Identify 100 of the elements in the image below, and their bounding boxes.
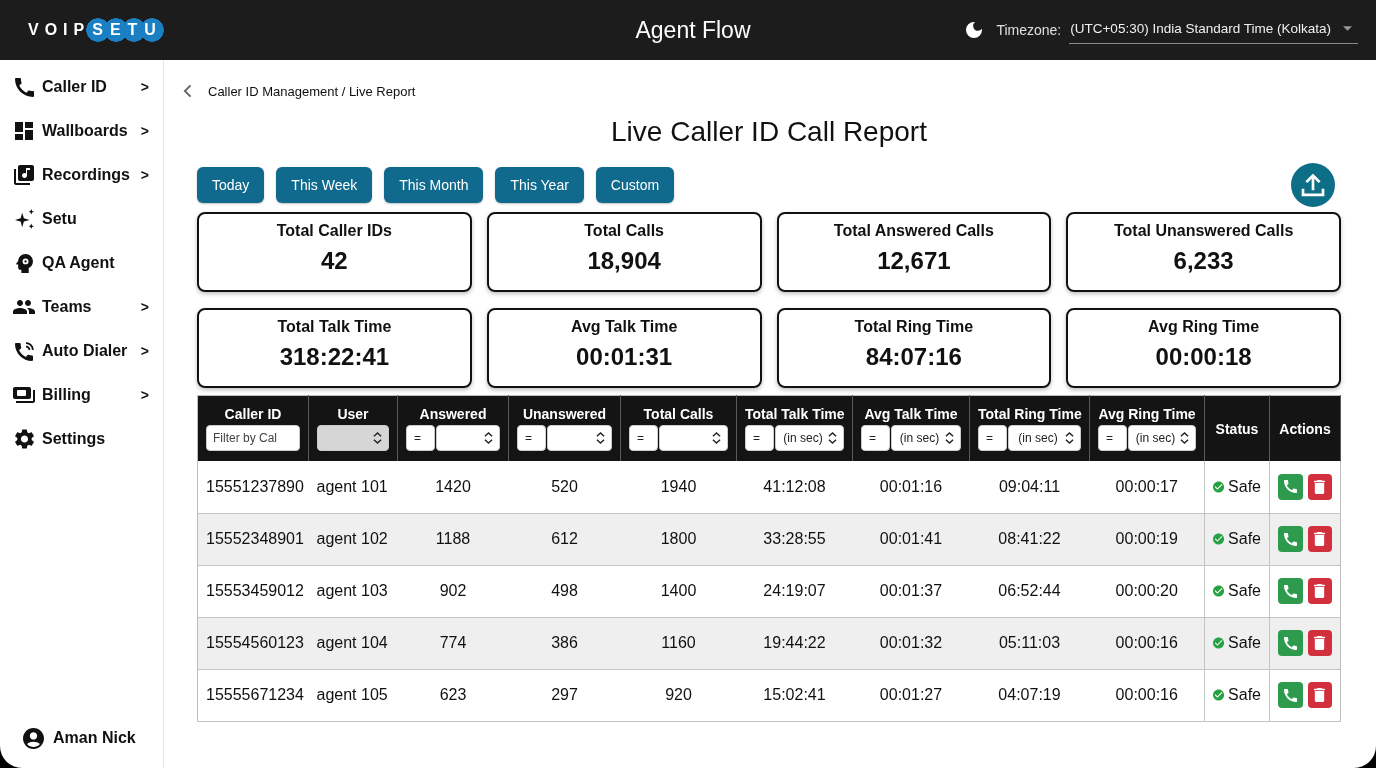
phone-icon <box>1283 688 1297 702</box>
table-cell: 00:00:20 <box>1089 565 1205 617</box>
sidebar-item[interactable]: Recordings > <box>0 153 163 197</box>
delete-button[interactable] <box>1307 630 1332 656</box>
timezone-select[interactable]: (UTC+05:30) India Standard Time (Kolkata) <box>1069 16 1358 44</box>
sidebar-item[interactable]: Wallboards > <box>0 109 163 153</box>
table-cell: 297 <box>508 669 621 721</box>
up-down-caret-icon <box>373 432 382 444</box>
call-button[interactable] <box>1278 526 1303 552</box>
stat-label: Total Ring Time <box>854 317 974 337</box>
sidebar-item[interactable]: Teams > <box>0 285 163 329</box>
expand-arrow: > <box>140 387 149 403</box>
date-range-button[interactable]: This Year <box>495 167 584 203</box>
operator-select[interactable]: = <box>629 425 658 451</box>
operator-select[interactable]: = <box>406 425 435 451</box>
operator-select[interactable]: = <box>861 425 890 451</box>
phone-icon <box>14 77 34 97</box>
operator-select[interactable]: = <box>745 425 774 451</box>
delete-button[interactable] <box>1307 526 1332 552</box>
value-select[interactable]: (in sec) <box>1008 425 1081 451</box>
call-button[interactable] <box>1278 473 1303 500</box>
column-header: User <box>336 405 370 423</box>
operator-select[interactable]: = <box>978 425 1007 451</box>
export-button[interactable] <box>1291 163 1335 207</box>
date-range-button[interactable]: Custom <box>595 167 675 203</box>
table-cell: 41:12:08 <box>736 461 853 513</box>
user-profile[interactable]: Aman Nick <box>0 723 163 753</box>
value-select[interactable]: (in sec) <box>775 425 844 451</box>
stat-value: 42 <box>321 246 348 276</box>
stat-value: 18,904 <box>587 246 661 276</box>
trash-icon <box>1314 636 1326 650</box>
sparkles-icon <box>14 209 34 229</box>
delete-button[interactable] <box>1307 578 1332 604</box>
date-range-button[interactable]: This Week <box>276 167 373 203</box>
column-header: Actions <box>1278 419 1332 438</box>
call-button[interactable] <box>1278 578 1303 604</box>
value-select[interactable] <box>659 425 728 451</box>
table-cell: 386 <box>508 617 621 669</box>
sidebar-item[interactable]: Auto Dialer > <box>0 329 163 373</box>
up-down-caret-icon <box>712 432 721 444</box>
table-cell: 05:11:03 <box>969 617 1090 669</box>
expand-arrow: > <box>140 79 149 95</box>
table-cell: 774 <box>397 617 509 669</box>
table-cell: agent 103 <box>308 565 398 617</box>
stat-label: Avg Ring Time <box>1148 317 1260 337</box>
table-cell: 06:52:44 <box>969 565 1090 617</box>
column-header: Caller ID <box>223 405 283 423</box>
people-icon <box>13 300 35 314</box>
column-header: Status <box>1214 419 1260 438</box>
operator-select[interactable]: = <box>517 425 546 451</box>
column-header: Answered <box>418 405 488 423</box>
table-cell: 1420 <box>397 461 509 513</box>
table-cell: 00:00:19 <box>1089 513 1205 565</box>
table-cell: 520 <box>508 461 621 513</box>
app-title: Agent Flow <box>635 16 751 44</box>
table-cell: 1800 <box>620 513 737 565</box>
sidebar-item[interactable]: Billing > <box>0 373 163 417</box>
up-down-caret-icon <box>828 432 837 444</box>
table-cell: 902 <box>397 565 509 617</box>
value-select[interactable] <box>547 425 612 451</box>
column-header: Total Talk Time <box>745 405 844 423</box>
table-cell: 15551237890 <box>197 461 309 513</box>
table-cell: agent 101 <box>308 461 398 513</box>
expand-arrow: > <box>140 299 149 315</box>
table-cell: 00:01:41 <box>852 513 970 565</box>
table-cell: 00:01:27 <box>852 669 970 721</box>
delete-button[interactable] <box>1307 473 1332 500</box>
column-header: Avg Talk Time <box>863 405 959 423</box>
column-header: Total Ring Time <box>978 405 1081 423</box>
value-select[interactable]: (in sec) <box>1128 425 1196 451</box>
table-cell: 1188 <box>397 513 509 565</box>
moon-icon[interactable] <box>966 22 983 38</box>
value-select[interactable]: (in sec) <box>891 425 961 451</box>
date-range-button[interactable]: This Month <box>384 167 484 203</box>
phone-icon <box>1283 480 1297 494</box>
sidebar-item[interactable]: Setu <box>0 197 163 241</box>
trash-icon <box>1314 688 1326 702</box>
call-button[interactable] <box>1278 630 1303 656</box>
delete-button[interactable] <box>1307 682 1332 708</box>
table-cell: 00:00:16 <box>1089 669 1205 721</box>
stat-value: 6,233 <box>1173 246 1234 276</box>
table-cell: 08:41:22 <box>969 513 1090 565</box>
value-select[interactable] <box>436 425 500 451</box>
filter-input[interactable]: Filter by Cal <box>206 425 300 451</box>
table-cell: 00:00:17 <box>1089 461 1205 513</box>
stat-label: Total Talk Time <box>277 317 392 337</box>
date-range-button[interactable]: Today <box>197 167 265 203</box>
sidebar-item[interactable]: Settings <box>0 417 163 461</box>
trash-icon <box>1314 532 1326 546</box>
stat-value: 318:22:41 <box>279 342 390 372</box>
call-button[interactable] <box>1278 682 1303 708</box>
sidebar-item[interactable]: QA Agent <box>0 241 163 285</box>
timezone-label: Timezone: <box>996 22 1062 38</box>
sidebar-item[interactable]: Caller ID > <box>0 65 163 109</box>
up-down-caret-icon <box>1065 432 1074 444</box>
stat-value: 00:00:18 <box>1155 342 1252 372</box>
stat-label: Total Answered Calls <box>833 221 994 241</box>
table-cell: 15555671234 <box>197 669 309 721</box>
phone-waves-icon <box>14 341 34 361</box>
operator-select[interactable]: = <box>1098 425 1127 451</box>
